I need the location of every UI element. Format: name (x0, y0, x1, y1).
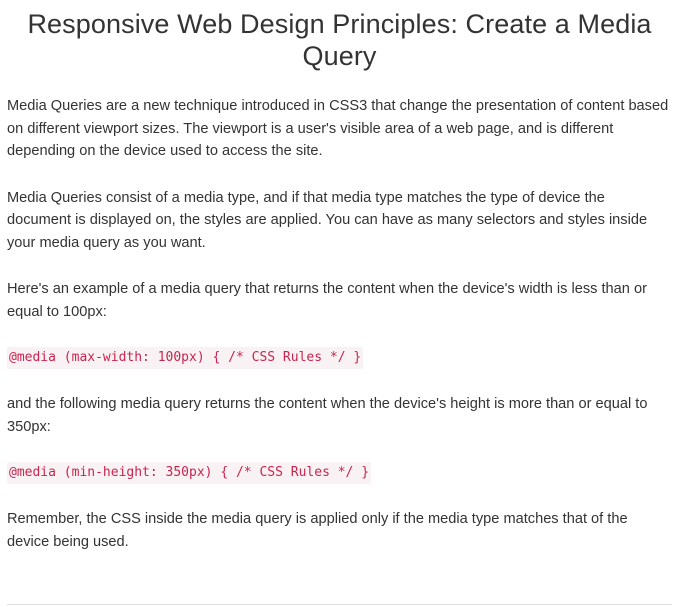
min-height-code-example: @media (min-height: 350px) { /* CSS Rule… (7, 462, 372, 484)
max-width-code-example: @media (max-width: 100px) { /* CSS Rules… (7, 347, 364, 369)
min-height-example-paragraph: and the following media query returns th… (7, 396, 648, 435)
media-type-paragraph: Media Queries consist of a media type, a… (7, 189, 648, 251)
page-title: Responsive Web Design Principles: Create… (27, 9, 652, 71)
challenge-description: Responsive Web Design Principles: Create… (0, 8, 682, 607)
intro-paragraph: Media Queries are a new technique introd… (7, 98, 669, 159)
reminder-paragraph: Remember, the CSS inside the media query… (7, 511, 628, 550)
max-width-code-block: @media (max-width: 100px) { /* CSS Rules… (7, 347, 672, 369)
min-height-code-block: @media (min-height: 350px) { /* CSS Rule… (7, 462, 672, 484)
max-width-example-paragraph: Here's an example of a media query that … (7, 281, 647, 320)
section-divider (7, 604, 672, 605)
